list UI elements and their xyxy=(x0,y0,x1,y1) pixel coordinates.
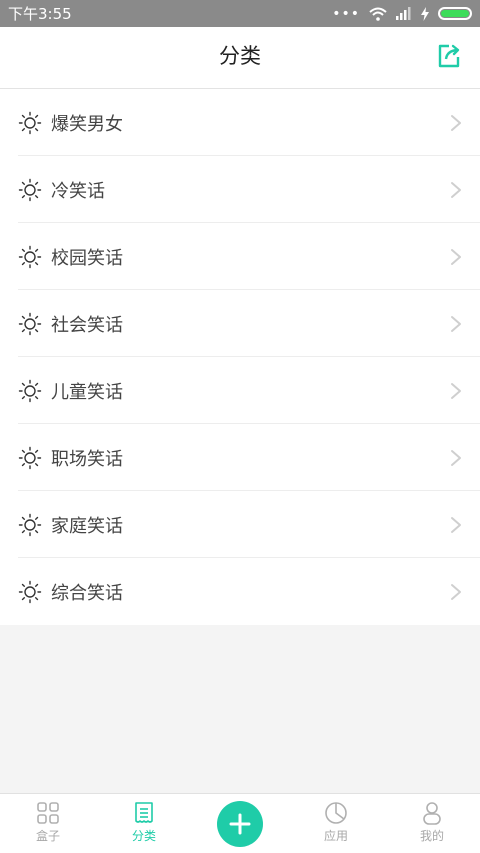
category-label: 社会笑话 xyxy=(51,314,123,336)
category-label: 综合笑话 xyxy=(51,582,123,604)
chevron-right-icon xyxy=(451,583,461,600)
category-label: 职场笑话 xyxy=(51,448,123,470)
header: 分类 xyxy=(0,27,480,89)
sun-icon xyxy=(18,446,42,469)
category-row[interactable]: 社会笑话 xyxy=(0,290,480,357)
battery-icon xyxy=(438,7,472,20)
chevron-right-icon xyxy=(451,449,461,466)
page-title: 分类 xyxy=(219,44,261,68)
share-icon[interactable] xyxy=(436,43,462,69)
nav-item-box[interactable]: 盒子 xyxy=(0,794,96,853)
status-bar: 下午3:55 ••• xyxy=(0,0,480,27)
pie-chart-icon xyxy=(325,802,347,824)
status-icons: ••• xyxy=(332,6,472,22)
nav-item-mine[interactable]: 我的 xyxy=(384,794,480,853)
signal-icon xyxy=(396,7,411,20)
nav-label-category: 分类 xyxy=(131,829,156,843)
user-icon xyxy=(423,802,441,825)
sun-icon xyxy=(18,245,42,268)
sun-icon xyxy=(18,312,42,335)
sun-icon xyxy=(18,178,42,201)
category-label: 家庭笑话 xyxy=(51,515,123,537)
chevron-right-icon xyxy=(451,248,461,265)
category-row[interactable]: 职场笑话 xyxy=(0,424,480,491)
category-row[interactable]: 家庭笑话 xyxy=(0,491,480,558)
wifi-icon xyxy=(369,7,387,21)
category-row[interactable]: 综合笑话 xyxy=(0,558,480,625)
category-label: 儿童笑话 xyxy=(51,381,123,403)
chevron-right-icon xyxy=(451,516,461,533)
category-row[interactable]: 儿童笑话 xyxy=(0,357,480,424)
document-icon xyxy=(135,802,153,823)
plus-icon xyxy=(229,813,251,834)
chevron-right-icon xyxy=(451,315,461,332)
bottom-nav: 盒子 分类 应用 我的 xyxy=(0,793,480,853)
sun-icon xyxy=(18,379,42,402)
nav-item-category[interactable]: 分类 xyxy=(96,794,192,853)
nav-label-box: 盒子 xyxy=(35,829,60,843)
notification-dots: ••• xyxy=(332,5,360,22)
chevron-right-icon xyxy=(451,382,461,399)
sun-icon xyxy=(18,111,42,134)
nav-item-add[interactable] xyxy=(192,794,288,853)
category-label: 冷笑话 xyxy=(51,180,105,202)
nav-label-apps: 应用 xyxy=(323,829,348,843)
category-row[interactable]: 冷笑话 xyxy=(0,156,480,223)
nav-item-apps[interactable]: 应用 xyxy=(288,794,384,853)
category-list: 爆笑男女冷笑话校园笑话社会笑话儿童笑话职场笑话家庭笑话综合笑话 xyxy=(0,89,480,625)
category-label: 校园笑话 xyxy=(51,247,123,269)
status-time: 下午3:55 xyxy=(8,5,72,23)
chevron-right-icon xyxy=(451,114,461,131)
add-button[interactable] xyxy=(217,800,263,847)
category-label: 爆笑男女 xyxy=(51,113,123,135)
sun-icon xyxy=(18,580,42,603)
chevron-right-icon xyxy=(451,181,461,198)
battery-level xyxy=(441,10,469,17)
category-row[interactable]: 校园笑话 xyxy=(0,223,480,290)
nav-label-mine: 我的 xyxy=(419,829,444,843)
grid-icon xyxy=(37,802,59,824)
sun-icon xyxy=(18,513,42,536)
category-row[interactable]: 爆笑男女 xyxy=(0,89,480,156)
charging-icon xyxy=(421,6,429,21)
